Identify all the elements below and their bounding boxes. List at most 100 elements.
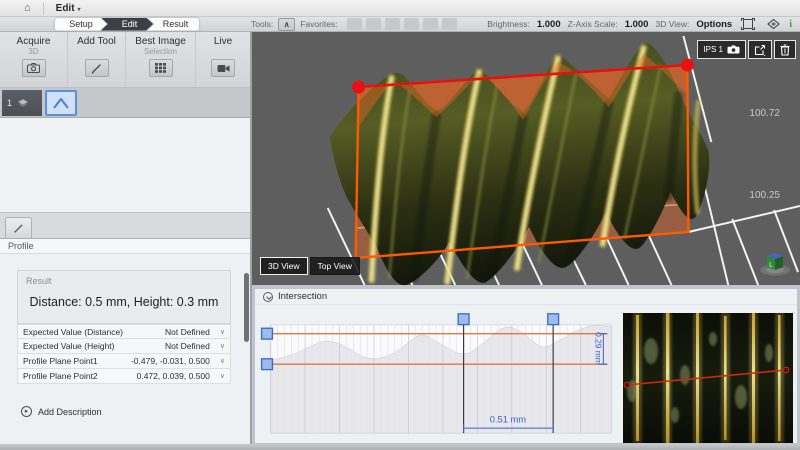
application-window: ⌂ Edit ▾ Setup Edit Result Tools: ∧ Favo… <box>0 0 800 450</box>
favorite-slot[interactable] <box>385 18 400 30</box>
edit-export-icon <box>754 44 766 56</box>
row-label: Expected Value (Height) <box>23 341 165 351</box>
tools-zone: Tools: ∧ Favorites: <box>251 18 457 31</box>
profile-caret-icon: ∧ <box>284 20 290 29</box>
favorite-slot[interactable] <box>347 18 362 30</box>
dataset-thumbnail[interactable]: 1 <box>2 90 42 116</box>
3d-view-button[interactable]: 3D View <box>260 257 308 275</box>
ips-capture-button[interactable]: IPS 1 <box>697 40 746 59</box>
row-value: -0.479, -0.031, 0.500 <box>131 356 210 366</box>
profile-tool-thumbnail-selected[interactable] <box>45 90 77 116</box>
rotate-3d-button[interactable] <box>764 18 782 31</box>
fit-view-button[interactable] <box>739 18 757 31</box>
3d-view-options-button[interactable]: Options <box>696 19 732 30</box>
menu-separator <box>43 3 44 14</box>
top-menu-bar: ⌂ Edit ▾ <box>0 0 800 17</box>
row-value: Not Defined <box>165 327 210 337</box>
add-tool-label: Add Tool <box>77 36 116 47</box>
ips-label: IPS 1 <box>703 45 723 54</box>
fit-view-icon <box>741 18 755 30</box>
live-label: Live <box>214 36 232 47</box>
left-panel: Acquire 3D Add Tool <box>0 32 250 444</box>
favorite-slot[interactable] <box>442 18 457 30</box>
trash-icon <box>780 44 790 56</box>
profile-panel-body: Result Distance: 0.5 mm, Height: 0.3 mm … <box>0 254 250 444</box>
top-view-button[interactable]: Top View <box>310 257 360 275</box>
export-annotate-button[interactable] <box>748 40 772 59</box>
profile-plot[interactable]: 0.51 mm 0.29 mm <box>259 313 617 439</box>
chevron-down-icon[interactable]: ∨ <box>220 357 225 365</box>
profile-endpoint-handle[interactable] <box>681 59 694 72</box>
intersection-header[interactable]: Intersection <box>255 289 797 305</box>
orientation-gizmo[interactable]: L <box>760 253 790 276</box>
profile-panel-header: Profile <box>0 239 250 254</box>
edit-profile-tab[interactable] <box>5 217 32 238</box>
result-box: Result Distance: 0.5 mm, Height: 0.3 mm <box>17 270 231 324</box>
best-image-button[interactable] <box>149 59 173 77</box>
workflow-toolbar: Setup Edit Result Tools: ∧ Favorites: Br… <box>0 17 800 32</box>
home-icon[interactable]: ⌂ <box>24 2 31 14</box>
chevron-down-icon[interactable]: ∨ <box>220 372 225 380</box>
acquire-toolbar: Acquire 3D Add Tool <box>0 32 250 88</box>
gizmo-face-label: L <box>769 262 773 269</box>
collapse-icon[interactable] <box>263 292 273 302</box>
camera-preview-image[interactable] <box>623 313 793 443</box>
intersection-panel: Intersection <box>254 288 798 444</box>
plane-point1-row[interactable]: Profile Plane Point1 -0.479, -0.031, 0.5… <box>17 354 231 369</box>
favorite-slot[interactable] <box>423 18 438 30</box>
best-image-group: Best Image Selection <box>126 32 196 87</box>
pencil-icon <box>13 223 24 234</box>
expand-right-icon: ▸ <box>21 406 32 417</box>
delete-button[interactable] <box>774 40 796 59</box>
caret-down-icon: ▾ <box>78 6 81 13</box>
profile-panel-title: Profile <box>8 241 34 251</box>
view-mode-buttons: 3D View Top View <box>260 257 360 275</box>
add-description-label: Add Description <box>38 407 102 417</box>
row-label: Expected Value (Distance) <box>23 327 165 337</box>
workflow-tabs: Setup Edit Result <box>55 18 199 31</box>
row-value: Not Defined <box>165 341 210 351</box>
edit-menu-label: Edit <box>56 3 75 14</box>
profile-scrollbar[interactable] <box>244 273 249 342</box>
expected-distance-row[interactable]: Expected Value (Distance) Not Defined ∨ <box>17 324 231 339</box>
tool-workspace-empty <box>0 118 250 213</box>
info-icon[interactable]: i <box>789 19 792 30</box>
result-label: Result <box>26 276 222 286</box>
intersection-body: 0.51 mm 0.29 mm <box>255 305 797 443</box>
viewport-toolbar: IPS 1 <box>697 40 796 59</box>
favorite-slot[interactable] <box>404 18 419 30</box>
favorite-slot[interactable] <box>366 18 381 30</box>
acquire-group: Acquire 3D <box>0 32 68 87</box>
camera-icon <box>727 45 740 54</box>
plane-point2-row[interactable]: Profile Plane Point2 0.472, 0.039, 0.500… <box>17 369 231 384</box>
profile-endpoint-handle[interactable] <box>352 81 365 94</box>
row-value: 0.472, 0.039, 0.500 <box>137 371 210 381</box>
profile-tool-button[interactable]: ∧ <box>278 18 295 31</box>
add-description-button[interactable]: ▸ Add Description <box>21 406 231 417</box>
brightness-value[interactable]: 1.000 <box>537 19 561 30</box>
row-label: Profile Plane Point2 <box>23 371 137 381</box>
acquire-3d-button[interactable] <box>22 59 46 77</box>
edit-menu[interactable]: Edit ▾ <box>56 3 81 14</box>
z-axis-tick-upper: 100.72 <box>749 108 780 119</box>
result-value: Distance: 0.5 mm, Height: 0.3 mm <box>26 286 222 323</box>
width-dimension-label: 0.51 mm <box>490 414 527 424</box>
tab-edit[interactable]: Edit <box>101 18 153 31</box>
expected-height-row[interactable]: Expected Value (Height) Not Defined ∨ <box>17 339 231 354</box>
height-dimension-label: 0.29 mm <box>594 332 604 365</box>
dataset-index: 1 <box>7 98 12 108</box>
add-tool-button[interactable] <box>85 59 109 77</box>
camera-icon <box>27 63 40 73</box>
chevron-down-icon[interactable]: ∨ <box>220 342 225 350</box>
profile-caret-icon <box>53 97 69 109</box>
z-axis-scale-value[interactable]: 1.000 <box>625 19 649 30</box>
pencil-icon <box>91 63 102 74</box>
tab-result[interactable]: Result <box>147 18 199 31</box>
3d-view-label: 3D View: <box>655 19 689 29</box>
live-button[interactable] <box>211 59 235 77</box>
3d-viewport[interactable]: L IPS 1 <box>252 32 800 285</box>
tab-setup[interactable]: Setup <box>55 18 107 31</box>
dataset-thumbnail-strip: 1 <box>0 88 250 118</box>
view-settings: Brightness: 1.000 Z-Axis Scale: 1.000 3D… <box>487 18 800 31</box>
chevron-down-icon[interactable]: ∨ <box>220 328 225 336</box>
